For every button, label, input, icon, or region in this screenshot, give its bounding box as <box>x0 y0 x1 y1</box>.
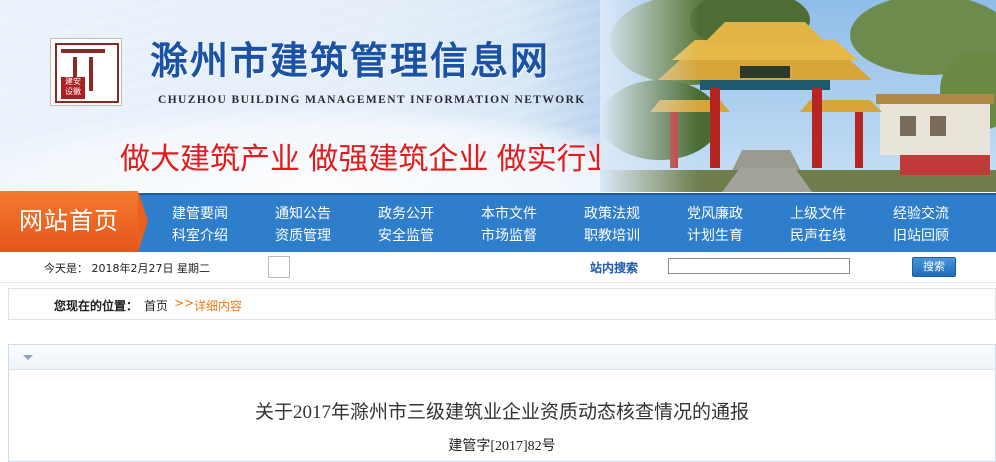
article-panel-header <box>9 345 995 370</box>
site-banner: 建安 设徽 滁州市建筑管理信息网 CHUZHOU BUILDING MANAGEM… <box>0 0 996 192</box>
logo-bar <box>61 49 105 53</box>
memorial-gate-illustration <box>600 0 996 192</box>
site-subtitle: CHUZHOU BUILDING MANAGEMENT INFORMATION … <box>158 94 586 106</box>
collapse-arrow-icon[interactable] <box>23 355 33 360</box>
nav-item-tongzhi-gonggao[interactable]: 通知公告 <box>251 203 355 223</box>
nav-item-keshi-jieshao[interactable]: 科室介绍 <box>148 225 252 245</box>
document-number: 建管字[2017]82号 <box>448 439 556 454</box>
breadcrumb-current[interactable]: 详细内容 <box>194 297 242 314</box>
search-button[interactable]: 搜索 <box>912 257 956 277</box>
nav-item-zhengwu-gongkai[interactable]: 政务公开 <box>354 203 458 223</box>
nav-item-jianguan-yaowen[interactable]: 建管要闻 <box>148 203 252 223</box>
date-text: 今天是： 2018年2月27日 星期二 <box>44 262 210 275</box>
nav-item-zhengce-fagui[interactable]: 政策法规 <box>560 203 664 223</box>
article-title: 关于2017年滁州市三级建筑业企业资质动态核查情况的通报 <box>254 402 749 423</box>
nav-item-jingyan-jiaoliu[interactable]: 经验交流 <box>869 203 973 223</box>
site-logo[interactable]: 建安 设徽 <box>50 38 122 106</box>
nav-item-jihua-shengyu[interactable]: 计划生育 <box>663 225 767 245</box>
nav-home-tab[interactable]: 网站首页 <box>0 191 148 252</box>
breadcrumb: 您现在的位置： 首页 >> 详细内容 <box>8 288 996 320</box>
site-title: 滁州市建筑管理信息网 <box>150 41 551 83</box>
info-bar: 今天是： 2018年2月27日 星期二 站内搜索 搜索 <box>0 252 996 283</box>
article-panel: 关于2017年滁州市三级建筑业企业资质动态核查情况的通报 建管字[2017]82… <box>8 344 996 462</box>
nav-item-shichang-jiandu[interactable]: 市场监督 <box>457 225 561 245</box>
nav-item-dangfeng-lianzheng[interactable]: 党风廉政 <box>663 203 767 223</box>
nav-item-benshi-wenjian[interactable]: 本市文件 <box>457 203 561 223</box>
main-nav: 网站首页 建管要闻 通知公告 政务公开 本市文件 政策法规 党风廉政 上级文件 … <box>0 191 996 254</box>
nav-item-minsheng-zaixian[interactable]: 民声在线 <box>766 225 870 245</box>
logo-stamp: 建安 设徽 <box>61 77 85 99</box>
nav-item-jiuzhan-huigu[interactable]: 旧站回顾 <box>869 225 973 245</box>
search-label: 站内搜索 <box>590 261 639 275</box>
banner-slogan: 做大建筑产业 做强建筑企业 做实行业管理 <box>120 143 677 176</box>
nav-links-grid: 建管要闻 通知公告 政务公开 本市文件 政策法规 党风廉政 上级文件 经验交流 … <box>148 201 996 247</box>
breadcrumb-separator: >> <box>174 296 195 310</box>
breadcrumb-label: 您现在的位置： <box>54 299 139 313</box>
placeholder-box <box>268 256 290 278</box>
nav-item-zizhi-guanli[interactable]: 资质管理 <box>251 225 355 245</box>
breadcrumb-home-link[interactable]: 首页 <box>144 297 168 314</box>
search-input[interactable] <box>668 258 850 274</box>
nav-item-anquan-jianguan[interactable]: 安全监管 <box>354 225 458 245</box>
nav-item-zhijiao-peixun[interactable]: 职教培训 <box>560 225 664 245</box>
nav-item-shangji-wenjian[interactable]: 上级文件 <box>766 203 870 223</box>
logo-bar <box>89 57 93 91</box>
